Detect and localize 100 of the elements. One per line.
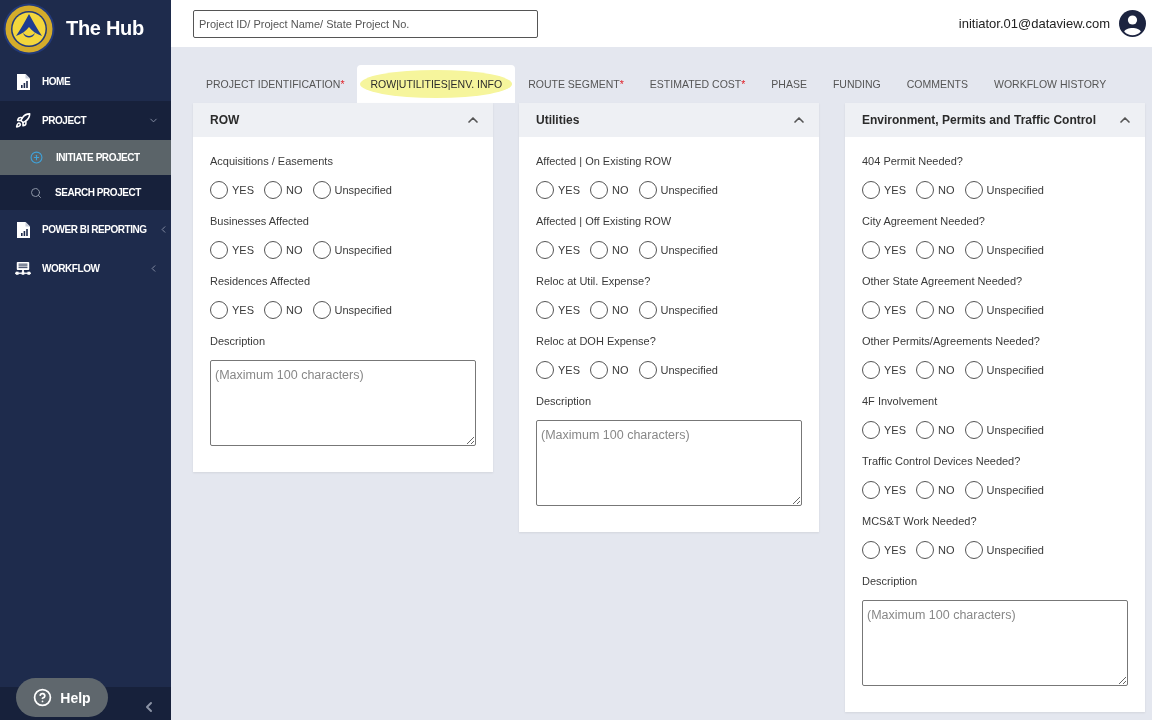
radio-button[interactable] — [590, 361, 608, 379]
radio-label[interactable]: YES — [884, 484, 906, 496]
radio-label[interactable]: NO — [612, 364, 629, 376]
radio-button[interactable] — [964, 481, 983, 499]
radio-label[interactable]: YES — [558, 304, 580, 316]
radio-button[interactable] — [638, 241, 657, 259]
radio-label[interactable]: YES — [884, 424, 906, 436]
tab[interactable]: ROUTE SEGMENT* — [515, 65, 637, 103]
radio-label[interactable]: YES — [884, 244, 906, 256]
radio-label[interactable]: NO — [286, 304, 303, 316]
radio-label[interactable]: NO — [612, 304, 629, 316]
radio-button[interactable] — [964, 421, 983, 439]
radio-button[interactable] — [312, 241, 331, 259]
tab[interactable]: WORKFLOW HISTORY — [981, 65, 1120, 103]
tab[interactable]: PHASE — [758, 65, 820, 103]
radio-button[interactable] — [264, 181, 282, 199]
radio-button[interactable] — [964, 301, 983, 319]
radio-label[interactable]: NO — [938, 304, 955, 316]
radio-button[interactable] — [916, 241, 934, 259]
radio-label[interactable]: Unspecified — [986, 424, 1044, 436]
description-field[interactable]: (Maximum 100 characters) — [536, 420, 802, 506]
radio-button[interactable] — [916, 181, 934, 199]
tab[interactable]: ESTIMATED COST* — [636, 65, 759, 103]
radio-label[interactable]: YES — [558, 364, 580, 376]
radio-label[interactable]: YES — [558, 184, 580, 196]
radio-button[interactable] — [964, 541, 983, 559]
radio-button[interactable] — [638, 301, 657, 319]
radio-label[interactable]: Unspecified — [660, 184, 718, 196]
radio-button[interactable] — [264, 301, 282, 319]
radio-label[interactable]: NO — [938, 484, 955, 496]
nav-item[interactable]: POWER BI REPORTING — [0, 210, 171, 249]
radio-button[interactable] — [312, 301, 331, 319]
radio-label[interactable]: YES — [884, 304, 906, 316]
radio-button[interactable] — [862, 541, 880, 559]
nav-subitem[interactable]: INITIATE PROJECT — [0, 140, 171, 175]
radio-label[interactable]: NO — [286, 184, 303, 196]
nav-item[interactable]: HOME — [0, 62, 171, 101]
radio-label[interactable]: Unspecified — [660, 244, 718, 256]
radio-button[interactable] — [916, 301, 934, 319]
help-button[interactable]: Help — [16, 678, 108, 717]
radio-label[interactable]: NO — [938, 544, 955, 556]
radio-button[interactable] — [536, 301, 554, 319]
radio-label[interactable]: NO — [938, 184, 955, 196]
radio-label[interactable]: Unspecified — [660, 304, 718, 316]
radio-label[interactable]: Unspecified — [986, 364, 1044, 376]
radio-label[interactable]: YES — [232, 244, 254, 256]
tab[interactable]: ROW|UTILITIES|ENV. INFO — [357, 65, 516, 103]
radio-label[interactable]: NO — [612, 184, 629, 196]
radio-button[interactable] — [210, 301, 228, 319]
radio-button[interactable] — [264, 241, 282, 259]
radio-label[interactable]: Unspecified — [334, 244, 392, 256]
radio-label[interactable]: YES — [232, 304, 254, 316]
nav-item[interactable]: PROJECT — [0, 101, 171, 140]
radio-label[interactable]: Unspecified — [660, 364, 718, 376]
radio-label[interactable]: NO — [938, 424, 955, 436]
search-field[interactable]: Project ID/ Project Name/ State Project No. — [193, 9, 538, 38]
radio-button[interactable] — [862, 241, 880, 259]
radio-button[interactable] — [964, 181, 983, 199]
radio-label[interactable]: YES — [558, 244, 580, 256]
radio-label[interactable]: Unspecified — [334, 304, 392, 316]
radio-button[interactable] — [964, 361, 983, 379]
radio-button[interactable] — [312, 181, 331, 199]
description-field[interactable]: (Maximum 100 characters) — [862, 600, 1128, 686]
tab[interactable]: PROJECT IDENTIFICATION* — [193, 65, 358, 103]
radio-label[interactable]: NO — [612, 244, 629, 256]
radio-button[interactable] — [590, 301, 608, 319]
radio-label[interactable]: YES — [884, 364, 906, 376]
radio-button[interactable] — [862, 301, 880, 319]
radio-label[interactable]: Unspecified — [986, 544, 1044, 556]
radio-button[interactable] — [916, 361, 934, 379]
radio-button[interactable] — [536, 181, 554, 199]
radio-label[interactable]: Unspecified — [986, 484, 1044, 496]
radio-button[interactable] — [536, 241, 554, 259]
radio-button[interactable] — [536, 361, 554, 379]
radio-button[interactable] — [916, 481, 934, 499]
radio-button[interactable] — [590, 181, 608, 199]
radio-button[interactable] — [210, 241, 228, 259]
radio-label[interactable]: YES — [884, 544, 906, 556]
nav-subitem[interactable]: SEARCH PROJECT — [0, 175, 171, 210]
radio-button[interactable] — [964, 241, 983, 259]
radio-button[interactable] — [862, 421, 880, 439]
radio-label[interactable]: YES — [884, 184, 906, 196]
radio-label[interactable]: Unspecified — [986, 244, 1044, 256]
radio-button[interactable] — [210, 181, 228, 199]
radio-label[interactable]: YES — [232, 184, 254, 196]
radio-button[interactable] — [638, 361, 657, 379]
radio-label[interactable]: Unspecified — [986, 304, 1044, 316]
radio-label[interactable]: Unspecified — [334, 184, 392, 196]
user-avatar-icon[interactable] — [1119, 10, 1146, 37]
description-field[interactable]: (Maximum 100 characters) — [210, 360, 476, 446]
radio-button[interactable] — [862, 361, 880, 379]
radio-button[interactable] — [862, 181, 880, 199]
radio-button[interactable] — [916, 541, 934, 559]
radio-label[interactable]: NO — [286, 244, 303, 256]
radio-label[interactable]: NO — [938, 364, 955, 376]
radio-label[interactable]: NO — [938, 244, 955, 256]
radio-button[interactable] — [862, 481, 880, 499]
radio-button[interactable] — [916, 421, 934, 439]
nav-item[interactable]: WORKFLOW — [0, 249, 171, 288]
radio-label[interactable]: Unspecified — [986, 184, 1044, 196]
